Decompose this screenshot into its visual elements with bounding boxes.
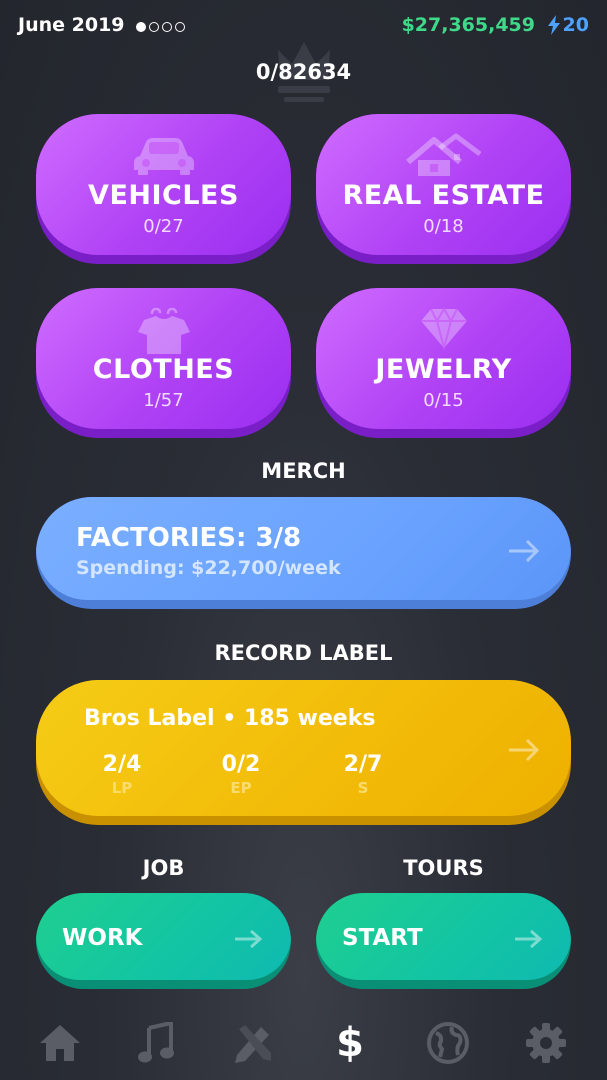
shirt-icon bbox=[137, 307, 190, 354]
nav-money[interactable]: $ bbox=[327, 1020, 373, 1066]
house-icon bbox=[405, 133, 481, 176]
lp-label: LP bbox=[111, 779, 133, 797]
nav-settings[interactable] bbox=[523, 1020, 569, 1066]
ep-label: EP bbox=[230, 779, 252, 797]
job-section-label: JOB bbox=[142, 856, 185, 880]
lightning-icon bbox=[547, 15, 560, 35]
ep-count: 0/2 bbox=[221, 752, 261, 777]
page-dot bbox=[149, 22, 159, 32]
start-tour-button[interactable]: START bbox=[316, 893, 571, 989]
globe-icon bbox=[427, 1022, 469, 1064]
current-date: June 2019 bbox=[18, 14, 125, 36]
fans-counter: 0/82634 bbox=[255, 60, 352, 84]
ep-stat: 0/2 EP bbox=[211, 752, 271, 797]
record-label-section-label: RECORD LABEL bbox=[214, 641, 393, 665]
factories-title: FACTORIES: 3/8 bbox=[76, 523, 302, 553]
clothes-count: 1/57 bbox=[143, 390, 184, 411]
single-label: S bbox=[357, 779, 369, 797]
single-count: 2/7 bbox=[343, 752, 383, 777]
factories-button[interactable]: FACTORIES: 3/8 Spending: $22,700/week bbox=[36, 497, 571, 609]
nav-home[interactable] bbox=[37, 1020, 83, 1066]
tours-section-label: TOURS bbox=[403, 856, 484, 880]
money-balance: $27,365,459 bbox=[401, 14, 535, 36]
car-icon bbox=[133, 138, 194, 175]
page-indicator bbox=[136, 22, 185, 32]
vehicles-title: VEHICLES bbox=[88, 180, 239, 211]
nav-music[interactable] bbox=[133, 1020, 179, 1066]
single-stat: 2/7 S bbox=[333, 752, 393, 797]
diamond-icon bbox=[420, 307, 467, 350]
arrow-right-icon bbox=[515, 929, 543, 949]
jewelry-button[interactable]: JEWELRY 0/15 bbox=[316, 288, 571, 438]
pencil-brush-icon bbox=[235, 1025, 271, 1063]
lp-stat: 2/4 LP bbox=[92, 752, 152, 797]
jewelry-title: JEWELRY bbox=[375, 354, 512, 385]
real-estate-count: 0/18 bbox=[423, 216, 464, 237]
dollar-icon: $ bbox=[336, 1020, 364, 1066]
bottom-nav: $ bbox=[0, 1002, 607, 1080]
arrow-right-icon bbox=[509, 738, 540, 762]
energy-counter: 20 bbox=[547, 14, 589, 36]
page-dot bbox=[136, 22, 146, 32]
arrow-right-icon bbox=[235, 929, 263, 949]
nav-create[interactable] bbox=[230, 1020, 276, 1066]
home-icon bbox=[40, 1025, 80, 1061]
clothes-button[interactable]: CLOTHES 1/57 bbox=[36, 288, 291, 438]
start-label: START bbox=[342, 925, 423, 951]
record-label-button[interactable]: Bros Label • 185 weeks 2/4 LP 0/2 EP 2/7… bbox=[36, 680, 571, 825]
work-label: WORK bbox=[62, 925, 143, 951]
work-button[interactable]: WORK bbox=[36, 893, 291, 989]
arrow-right-icon bbox=[509, 539, 540, 563]
vehicles-count: 0/27 bbox=[143, 216, 184, 237]
page-dot bbox=[175, 22, 185, 32]
label-title: Bros Label • 185 weeks bbox=[84, 706, 376, 731]
vehicles-button[interactable]: VEHICLES 0/27 bbox=[36, 114, 291, 264]
real-estate-title: REAL ESTATE bbox=[342, 180, 545, 211]
factories-spending: Spending: $22,700/week bbox=[76, 557, 341, 579]
nav-world[interactable] bbox=[425, 1020, 471, 1066]
lp-count: 2/4 bbox=[102, 752, 142, 777]
music-icon bbox=[138, 1022, 174, 1063]
page-dot bbox=[162, 22, 172, 32]
real-estate-button[interactable]: REAL ESTATE 0/18 bbox=[316, 114, 571, 264]
jewelry-count: 0/15 bbox=[423, 390, 464, 411]
merch-section-label: MERCH bbox=[261, 459, 346, 483]
gear-icon bbox=[526, 1023, 566, 1063]
clothes-title: CLOTHES bbox=[92, 354, 235, 385]
energy-value: 20 bbox=[562, 14, 589, 36]
